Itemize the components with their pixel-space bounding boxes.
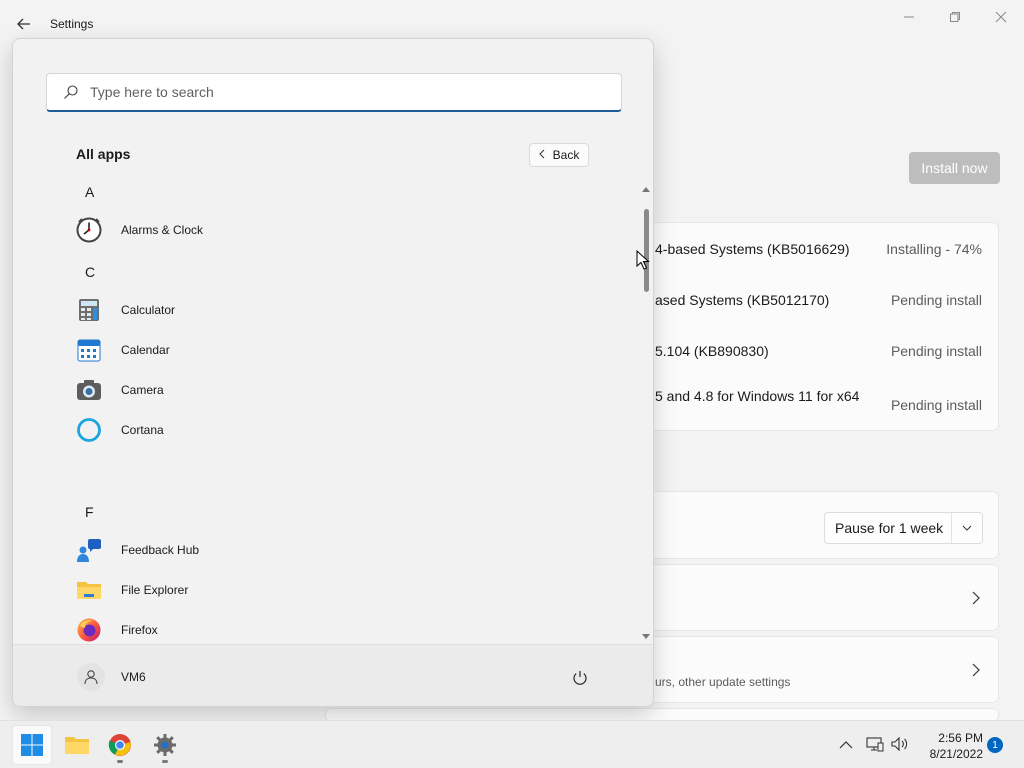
update-name: ased Systems (KB5012170) [655, 292, 830, 308]
update-status: Pending install [890, 292, 982, 308]
advanced-options-subtitle: urs, other update settings [655, 675, 791, 689]
app-firefox[interactable]: Firefox [76, 612, 616, 644]
update-status: Installing - 74% [886, 241, 982, 257]
app-label: Feedback Hub [121, 543, 200, 557]
minimize-icon[interactable] [894, 6, 924, 28]
app-label: Camera [121, 383, 164, 397]
update-name: 5 and 4.8 for Windows 11 for x64 [655, 388, 860, 404]
windows-icon[interactable] [12, 725, 52, 765]
app-label: Firefox [121, 623, 158, 637]
mouse-cursor-icon [636, 249, 650, 275]
gear-icon[interactable] [145, 725, 185, 765]
apps-list: A Alarms & Clock C Calculator Calendar C [13, 171, 641, 644]
advanced-options-card[interactable]: urs, other update settings [640, 636, 999, 703]
search-input[interactable]: Type here to search [46, 73, 622, 112]
scroll-up-arrow-icon[interactable] [641, 180, 651, 198]
clock-date: 8/21/2022 [929, 747, 983, 761]
pause-dropdown[interactable]: Pause for 1 week [824, 512, 983, 544]
back-button-label: Back [552, 148, 580, 162]
app-label: Alarms & Clock [121, 223, 204, 237]
running-indicator [162, 760, 168, 763]
folder-icon[interactable] [57, 725, 97, 765]
camera-icon [76, 377, 102, 403]
power-icon[interactable] [569, 667, 591, 689]
cortana-icon [76, 417, 102, 443]
updates-list: 4-based Systems (KB5016629) Installing -… [640, 222, 999, 431]
close-icon[interactable] [986, 6, 1016, 28]
calendar-icon [76, 337, 102, 363]
pause-dropdown-label: Pause for 1 week [835, 520, 944, 536]
folder-icon [76, 577, 102, 603]
app-feedback-hub[interactable]: Feedback Hub [76, 532, 616, 568]
user-icon[interactable] [77, 663, 105, 691]
running-indicator [117, 760, 123, 763]
chevron-right-icon [972, 663, 980, 682]
search-placeholder: Type here to search [90, 84, 214, 100]
volume-icon[interactable] [891, 736, 909, 757]
update-history-card[interactable] [640, 564, 999, 631]
chevron-down-icon[interactable] [952, 525, 982, 531]
maximize-icon[interactable] [940, 6, 970, 28]
update-status: Pending install [890, 343, 982, 359]
chevron-up-icon[interactable] [839, 737, 853, 755]
app-calendar[interactable]: Calendar [76, 332, 616, 368]
chevron-right-icon [972, 591, 980, 610]
chevron-left-icon [538, 148, 545, 162]
calculator-icon [76, 297, 102, 323]
user-name[interactable]: VM6 [121, 670, 146, 684]
start-menu: Type here to search All apps Back A Alar… [12, 38, 654, 707]
taskbar: 2:56 PM 8/21/2022 1 [0, 720, 1024, 768]
all-apps-title: All apps [76, 146, 131, 162]
app-calculator[interactable]: Calculator [76, 292, 616, 328]
clock-icon [76, 217, 102, 243]
start-footer: VM6 [13, 644, 653, 706]
feedback-icon [76, 537, 102, 563]
network-icon[interactable] [866, 736, 884, 757]
update-name: 5.104 (KB890830) [655, 343, 769, 359]
app-cortana[interactable]: Cortana [76, 412, 616, 448]
search-icon [63, 84, 79, 100]
install-now-button[interactable]: Install now [909, 152, 1000, 184]
app-camera[interactable]: Camera [76, 372, 616, 408]
letter-header[interactable]: C [85, 264, 95, 280]
letter-header[interactable]: F [85, 504, 94, 520]
window-title: Settings [50, 17, 94, 31]
app-label: Cortana [121, 423, 164, 437]
app-label: Calendar [121, 343, 170, 357]
app-label: Calculator [121, 303, 176, 317]
update-status: Pending install [890, 397, 982, 413]
notification-badge[interactable]: 1 [987, 737, 1003, 753]
back-button[interactable]: Back [529, 143, 589, 167]
pause-updates-card: Pause for 1 week [640, 491, 999, 559]
app-file-explorer[interactable]: File Explorer [76, 572, 616, 608]
system-clock[interactable]: 2:56 PM 8/21/2022 [915, 730, 983, 762]
update-name: 4-based Systems (KB5016629) [655, 241, 850, 257]
clock-time: 2:56 PM [938, 731, 983, 745]
firefox-icon [76, 617, 102, 643]
back-arrow-icon[interactable] [14, 14, 34, 34]
app-alarms-clock[interactable]: Alarms & Clock [76, 212, 616, 248]
app-label: File Explorer [121, 583, 189, 597]
chrome-icon[interactable] [100, 725, 140, 765]
letter-header[interactable]: A [85, 184, 94, 200]
